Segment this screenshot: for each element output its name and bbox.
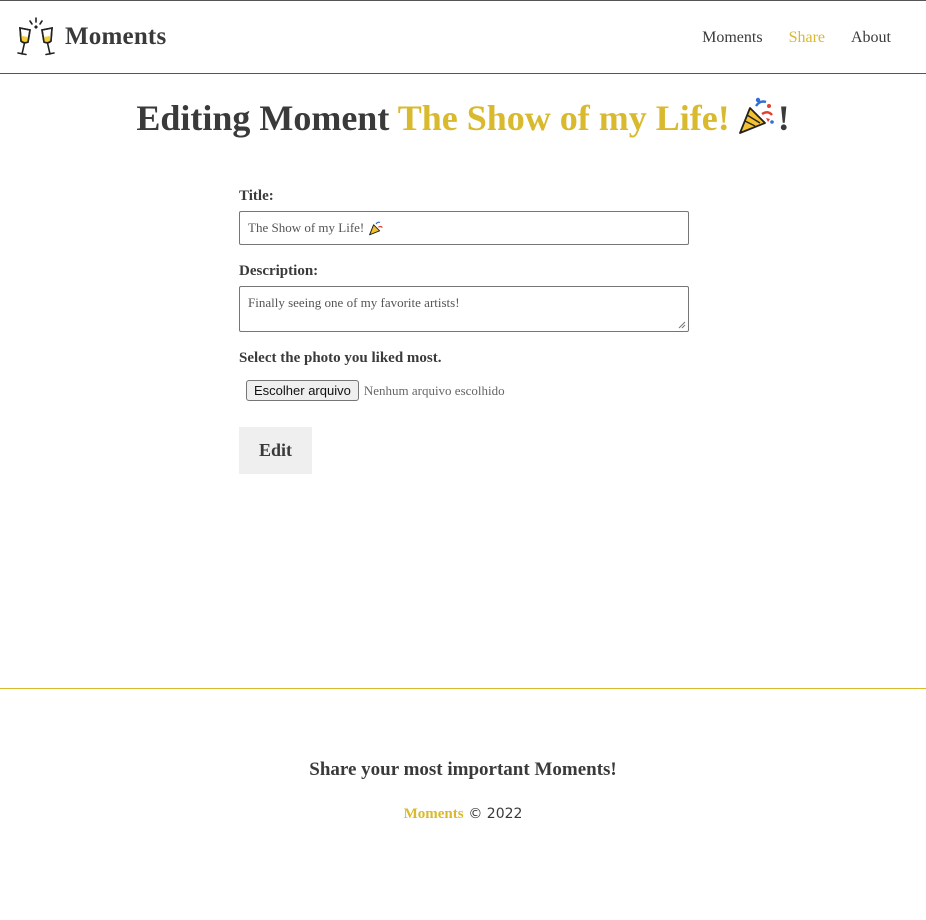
- page-title: Editing Moment The Show of my Life! !: [0, 96, 926, 139]
- nav-link-share[interactable]: Share: [789, 29, 825, 47]
- brand-link[interactable]: Moments: [16, 16, 166, 58]
- site-footer: Share your most important Moments! Momen…: [0, 688, 926, 920]
- party-popper-icon: [369, 221, 384, 236]
- description-value: Finally seeing one of my favorite artist…: [248, 295, 460, 310]
- site-header: Moments Moments Share About: [0, 0, 926, 74]
- champagne-toast-icon: [17, 17, 55, 56]
- brand-name: Moments: [65, 23, 167, 50]
- footer-tagline: Share your most important Moments!: [309, 759, 617, 780]
- photo-label: Select the photo you liked most.: [239, 350, 442, 366]
- description-label: Description:: [239, 263, 319, 279]
- file-status: Nenhum arquivo escolhido: [363, 382, 505, 398]
- title-moment-name: The Show of my Life!: [397, 98, 730, 138]
- main-nav: Moments Share About: [702, 29, 891, 47]
- title-input-value: The Show of my Life!: [248, 220, 365, 235]
- edit-moment-form: Title: The Show of my Life! Description:…: [239, 188, 689, 474]
- footer-copyright: Moments © 2022: [0, 804, 926, 823]
- copyright-text: © 2022: [468, 806, 523, 822]
- edit-button[interactable]: Edit: [239, 427, 312, 474]
- footer-brand: Moments: [403, 806, 464, 822]
- party-popper-icon: [738, 97, 774, 134]
- resize-grip-icon[interactable]: [678, 321, 686, 329]
- title-label: Title:: [239, 188, 274, 204]
- title-suffix: !: [777, 98, 790, 138]
- nav-link-about[interactable]: About: [851, 29, 891, 47]
- description-textarea[interactable]: Finally seeing one of my favorite artist…: [239, 286, 689, 332]
- file-input: Escolher arquivo Nenhum arquivo escolhid…: [246, 380, 689, 401]
- title-input[interactable]: The Show of my Life!: [239, 211, 689, 245]
- choose-file-button[interactable]: Escolher arquivo: [246, 380, 359, 401]
- title-prefix: Editing Moment: [136, 98, 390, 138]
- nav-link-moments[interactable]: Moments: [702, 29, 762, 47]
